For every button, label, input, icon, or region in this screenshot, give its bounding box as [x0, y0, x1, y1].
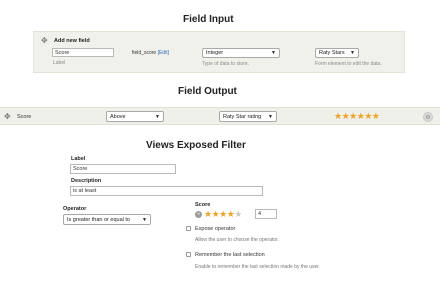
expose-operator-label: Expose operator — [195, 226, 236, 232]
gear-icon: ⚙ — [425, 114, 431, 121]
formatter-settings-button[interactable]: ⚙ — [423, 112, 433, 122]
filter-label-input[interactable]: Score — [70, 164, 176, 174]
drag-handle-icon[interactable]: ✥ — [4, 113, 11, 121]
expose-operator-description: Allow the user to choose the operator. — [195, 237, 279, 243]
filter-label-caption: Label — [71, 156, 86, 162]
views-exposed-filter-title: Views Exposed Filter — [146, 140, 246, 151]
machine-name: field_score [Edit] — [132, 50, 169, 56]
expose-operator-checkbox[interactable] — [186, 226, 191, 231]
remember-selection-label: Remember the last selection — [195, 252, 265, 258]
chevron-down-icon: ▼ — [142, 216, 147, 223]
field-output-title: Field Output — [178, 86, 237, 97]
score-stars[interactable]: ★★★★★ — [204, 209, 242, 219]
widget-value: Raty Stars — [319, 50, 345, 56]
star-icon: ★ — [334, 111, 342, 121]
field-input-title: Field Input — [183, 14, 234, 25]
output-field-label: Score — [17, 114, 32, 120]
formatter-value: Raty Star rating — [223, 113, 262, 120]
star-icon[interactable]: ★ — [204, 209, 212, 219]
field-label-input[interactable]: Score — [52, 48, 114, 57]
widget-select[interactable]: Raty Stars ▼ — [315, 48, 359, 58]
field-output-row: ✥ Score Above ▼ Raty Star rating ▼ ★★★★★… — [0, 107, 440, 125]
widget-caption: Form element to edit the data. — [315, 61, 382, 67]
filter-description-input[interactable]: is at least — [70, 186, 263, 196]
star-icon: ★ — [364, 111, 372, 121]
label-position-value: Above — [110, 113, 126, 120]
formatter-select[interactable]: Raty Star rating ▼ — [219, 111, 277, 122]
filter-description-caption: Description — [71, 178, 102, 184]
star-icon: ★ — [371, 111, 380, 121]
operator-select[interactable]: Is greater than or equal to ▼ — [63, 214, 151, 225]
chevron-down-icon: ▼ — [271, 50, 276, 56]
score-caption: Score — [195, 202, 211, 208]
operator-value: Is greater than or equal to — [67, 216, 130, 223]
chevron-down-icon: ▼ — [268, 113, 273, 120]
field-label-caption: Label — [53, 60, 66, 66]
drag-handle-icon[interactable]: ✥ — [41, 37, 48, 45]
star-icon: ★ — [349, 111, 357, 121]
cancel-rating-icon[interactable]: ✕ — [195, 210, 202, 218]
chevron-down-icon: ▼ — [350, 50, 355, 56]
machine-name-value: field_score — [132, 50, 157, 56]
remember-selection-description: Enable to remember the last selection ma… — [195, 264, 321, 270]
edit-machine-name-link[interactable]: [Edit] — [158, 50, 169, 56]
field-type-caption: Type of data to store. — [202, 61, 249, 67]
add-new-field-panel: ✥ Add new field Score Label field_score … — [33, 31, 405, 73]
score-star-widget[interactable]: ✕ ★★★★★ — [195, 209, 255, 219]
remember-selection-checkbox[interactable] — [186, 252, 191, 257]
label-position-select[interactable]: Above ▼ — [106, 111, 164, 122]
star-empty-icon[interactable]: ★ — [234, 209, 242, 219]
add-new-field-label: Add new field — [54, 38, 90, 44]
field-type-value: Integer — [206, 50, 224, 56]
operator-caption: Operator — [63, 206, 87, 212]
chevron-down-icon: ▼ — [155, 113, 160, 120]
star-icon[interactable]: ★ — [219, 209, 227, 219]
output-star-rating: ★★★★★★ — [334, 111, 380, 121]
field-type-select[interactable]: Integer ▼ — [202, 48, 280, 58]
score-value-input[interactable]: 4 — [255, 209, 277, 219]
